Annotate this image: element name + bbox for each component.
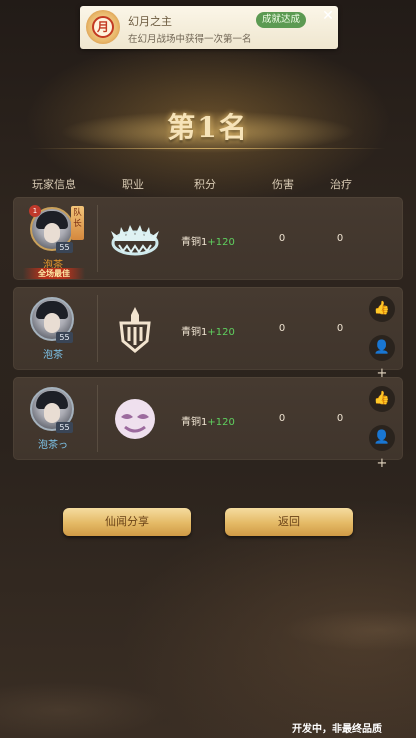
header-profession: 职业 [122,178,144,191]
header-player-info: 玩家信息 [32,178,76,191]
score-delta: +120 [207,417,235,428]
battle-result-screen: 月 幻月之主 在幻月战场中获得一次第一名 成就达成 ✕ 第1名 玩家信息 职业 … [0,0,416,738]
dev-notice: 开发中，非最终品质 [292,724,382,735]
score-base: 青铜1 [181,237,208,248]
add-friend-icon[interactable]: 👤+ [369,425,395,471]
score: 青铜1+120 [181,233,235,248]
rank-title: 第1名 [167,111,249,144]
achievement-description: 在幻月战场中获得一次第一名 [128,34,252,45]
avatar-face [44,403,60,423]
player-row: 1 队长 55 泡茶 全场最佳 青铜1+120 0 0 [13,197,403,280]
add-friend-icon[interactable]: 👤+ [369,335,395,381]
score-base: 青铜1 [181,327,208,338]
row-divider [97,385,98,452]
player-row: 55 泡茶っ 青铜1+120 0 0 👍 👤+ [13,377,403,471]
healing-value: 0 [336,413,344,424]
score-delta: +120 [207,327,235,338]
player-row: 55 泡茶 青铜1+120 0 0 👍 👤+ [13,287,403,381]
damage-value: 0 [278,413,286,424]
score-delta: +120 [207,237,235,248]
mvp-badge: 全场最佳 [23,268,85,279]
achievement-title: 幻月之主 [128,15,172,28]
score: 青铜1+120 [181,323,235,338]
row-divider [97,205,98,272]
thumbs-up-icon[interactable]: 👍 [369,296,395,322]
healing-value: 0 [336,323,344,334]
achievement-badge-char: 月 [92,16,114,38]
score: 青铜1+120 [181,413,235,428]
avatar-face [44,313,60,333]
back-button[interactable]: 返回 [225,508,353,536]
achievement-toast[interactable]: 月 幻月之主 在幻月战场中获得一次第一名 成就达成 ✕ [80,6,338,49]
level-badge: 55 [56,242,73,253]
header-healing: 治疗 [330,178,352,191]
rank-banner-line [30,148,386,149]
player-name: 泡茶 [43,350,63,361]
share-button[interactable]: 仙闻分享 [63,508,191,536]
background-clouds [0,560,416,738]
rank-badge: 1 [29,205,41,217]
avatar-face [44,223,60,243]
crown-spikes-icon [111,225,159,256]
header-damage: 伤害 [272,178,294,191]
thumbs-up-icon[interactable]: 👍 [369,386,395,412]
level-badge: 55 [56,332,73,343]
level-badge: 55 [56,422,73,433]
score-base: 青铜1 [181,417,208,428]
player-name: 泡茶っ [38,440,68,451]
healing-value: 0 [336,233,344,244]
damage-value: 0 [278,323,286,334]
achievement-tag: 成就达成 [256,12,306,28]
damage-value: 0 [278,233,286,244]
achievement-badge-icon: 月 [86,10,120,44]
leader-tag: 队长 [71,206,84,240]
row-divider [97,295,98,362]
header-score: 积分 [194,178,216,191]
sword-shield-icon [119,307,151,353]
close-icon[interactable]: ✕ [320,8,336,24]
cloud-mask-icon [115,399,155,439]
